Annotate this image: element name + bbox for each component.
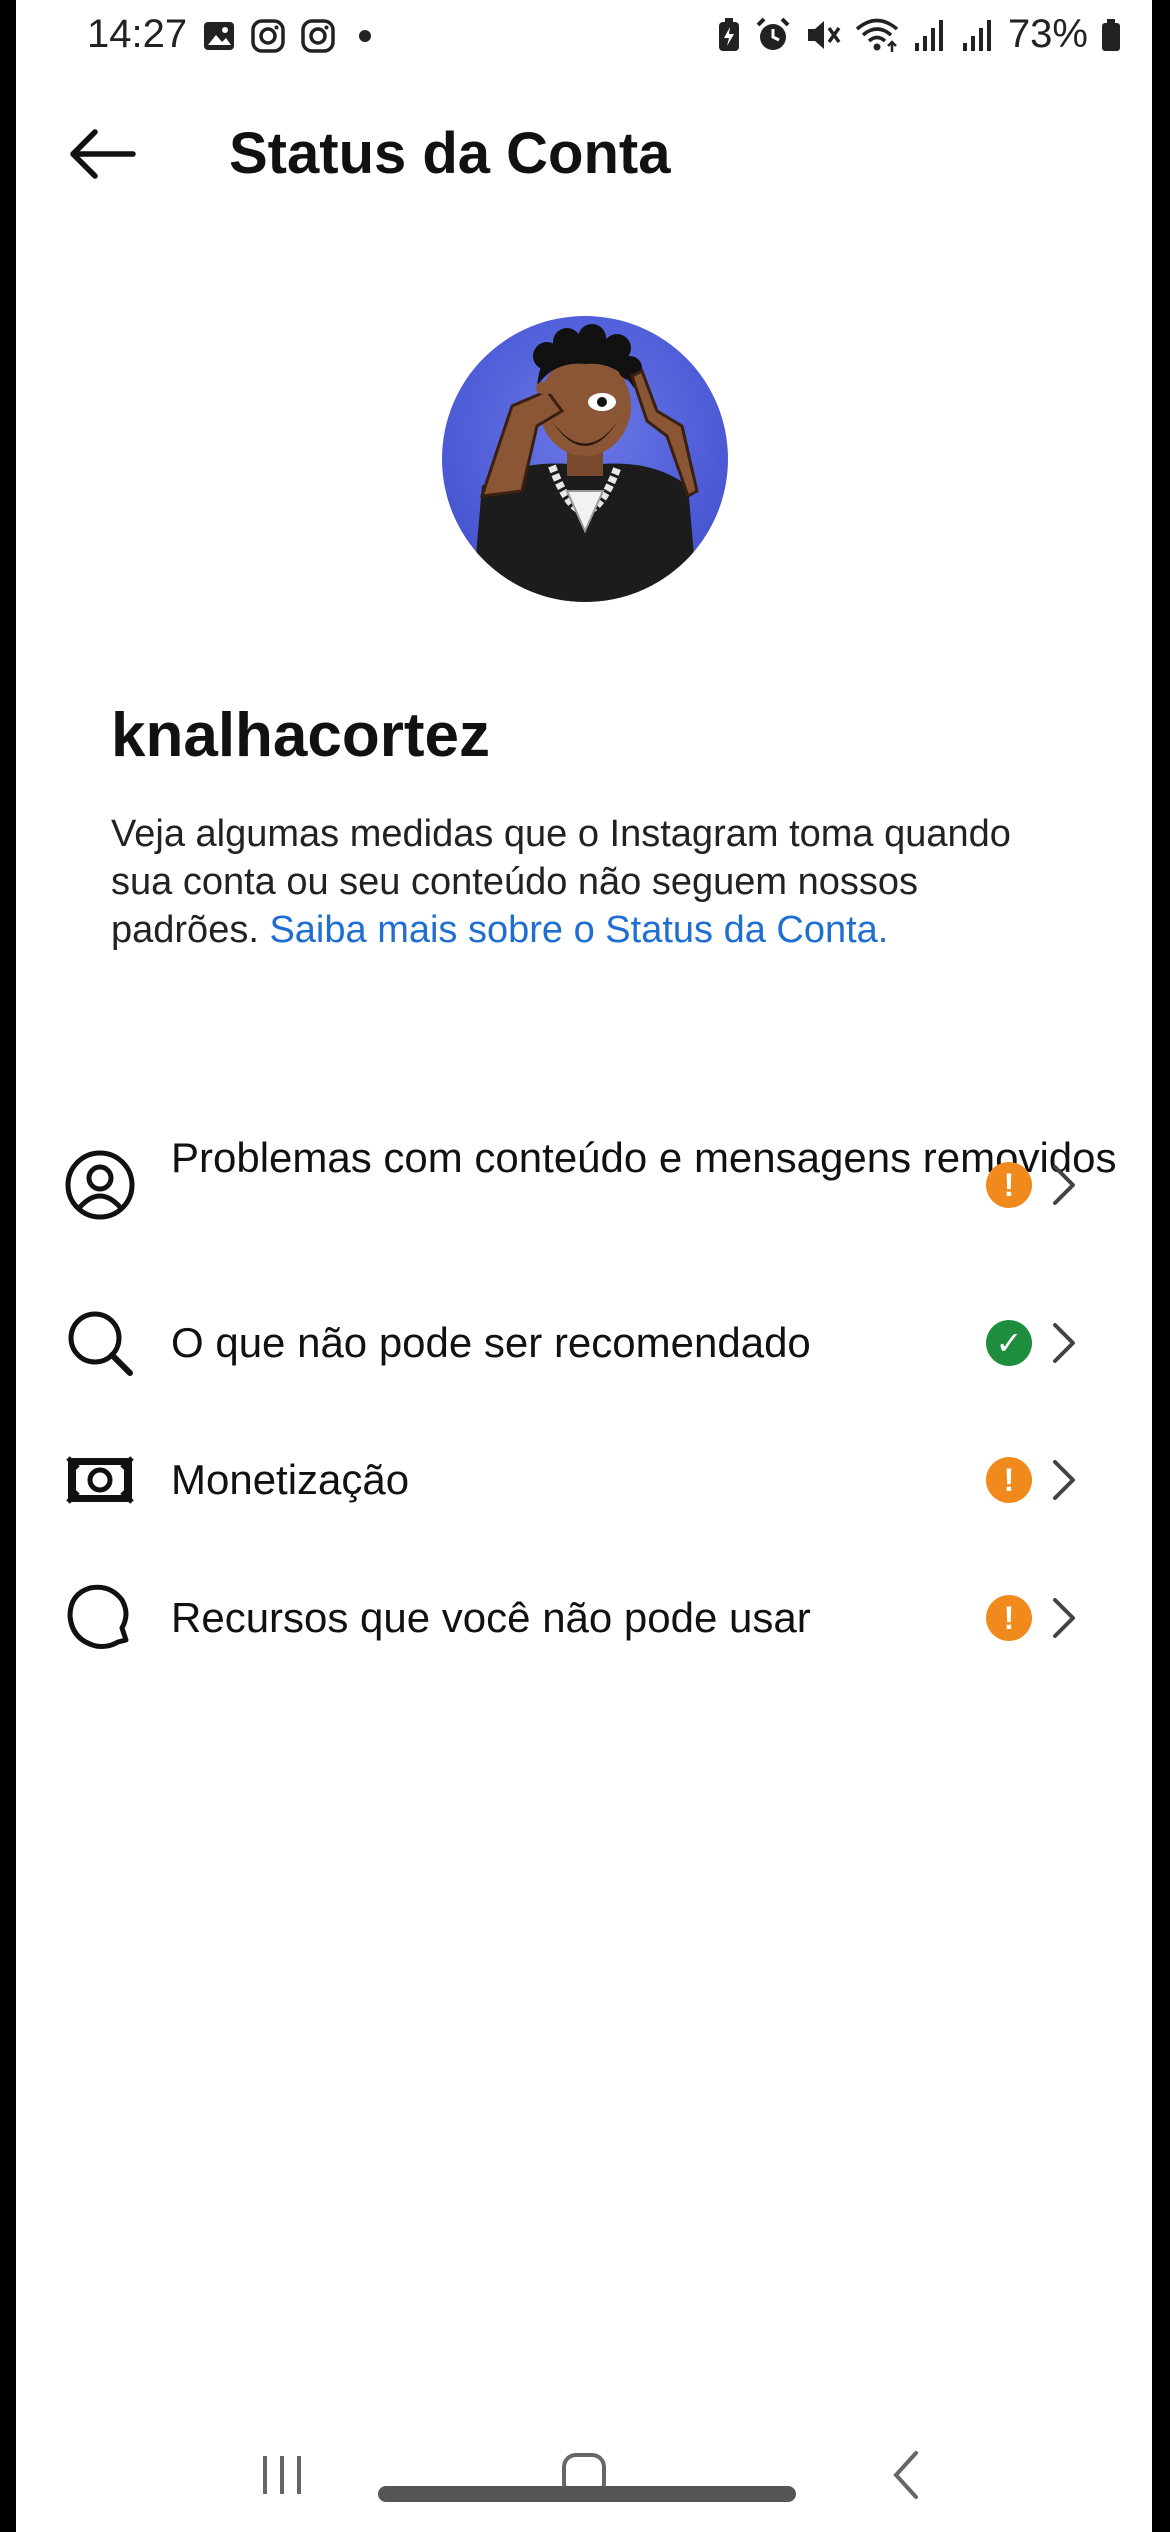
system-icons: 73% bbox=[716, 12, 1122, 57]
dot-icon bbox=[359, 30, 371, 42]
instagram-icon bbox=[251, 19, 285, 53]
learn-more-link[interactable]: Saiba mais sobre o Status da Conta. bbox=[269, 909, 888, 951]
account-status-description: Veja algumas medidas que o Instagram tom… bbox=[111, 810, 1071, 954]
recent-apps-button[interactable] bbox=[242, 2440, 322, 2510]
money-icon bbox=[60, 1440, 140, 1520]
chevron-left-icon bbox=[893, 2451, 918, 2499]
battery-icon bbox=[1102, 18, 1120, 51]
warning-icon: ! bbox=[986, 1457, 1032, 1503]
list-item-label: O que não pode ser recomendado bbox=[171, 1319, 811, 1366]
header: Status da Conta bbox=[16, 100, 1152, 210]
list-item-label: Monetização bbox=[171, 1456, 410, 1503]
alarm-icon bbox=[756, 17, 790, 50]
profile-avatar bbox=[442, 316, 728, 602]
signal-icon bbox=[962, 19, 991, 51]
username: knalhacortez bbox=[111, 701, 491, 770]
arrow-left-icon bbox=[70, 129, 136, 179]
page-title: Status da Conta bbox=[229, 121, 671, 186]
chevron-right-icon bbox=[1044, 1455, 1084, 1505]
back-button[interactable] bbox=[62, 114, 142, 194]
notification-icons bbox=[202, 18, 380, 54]
gesture-bar[interactable] bbox=[378, 2486, 796, 2502]
status-bar: 14:27 73% bbox=[16, 0, 1152, 76]
chevron-right-icon bbox=[1044, 1160, 1084, 1210]
list-item-removed-content[interactable]: Problemas com conteúdo e mensagens remov… bbox=[16, 1115, 1152, 1255]
chevron-right-icon bbox=[1044, 1318, 1084, 1368]
battery-percentage: 73% bbox=[1007, 12, 1088, 56]
instagram-icon bbox=[301, 19, 335, 53]
list-item-label: Problemas com conteúdo e mensagens remov… bbox=[171, 1134, 1117, 1181]
warning-icon: ! bbox=[986, 1595, 1032, 1641]
avatar-illustration bbox=[472, 324, 699, 602]
recent-apps-icon bbox=[263, 2456, 301, 2494]
warning-icon: ! bbox=[986, 1162, 1032, 1208]
wifi-icon bbox=[855, 18, 899, 52]
list-item-label: Recursos que você não pode usar bbox=[171, 1594, 811, 1641]
system-nav-bar bbox=[16, 2420, 1152, 2530]
battery-saver-icon bbox=[718, 17, 739, 51]
gallery-icon bbox=[204, 22, 234, 50]
list-item-monetization[interactable]: Monetização ! bbox=[16, 1440, 1152, 1520]
user-circle-icon bbox=[60, 1145, 140, 1225]
list-item-features[interactable]: Recursos que você não pode usar ! bbox=[16, 1578, 1152, 1658]
status-time: 14:27 bbox=[87, 12, 188, 56]
check-circle-icon: ✓ bbox=[986, 1320, 1032, 1366]
mute-icon bbox=[807, 20, 841, 49]
chevron-right-icon bbox=[1044, 1593, 1084, 1643]
signal-icon bbox=[914, 19, 943, 51]
nav-back-button[interactable] bbox=[866, 2440, 946, 2510]
speech-bubble-icon bbox=[60, 1578, 140, 1658]
screen: 14:27 73% Status da Conta knalhacortez V… bbox=[16, 0, 1152, 2532]
search-icon bbox=[60, 1303, 140, 1383]
list-item-recommendations[interactable]: O que não pode ser recomendado ✓ bbox=[16, 1303, 1152, 1383]
